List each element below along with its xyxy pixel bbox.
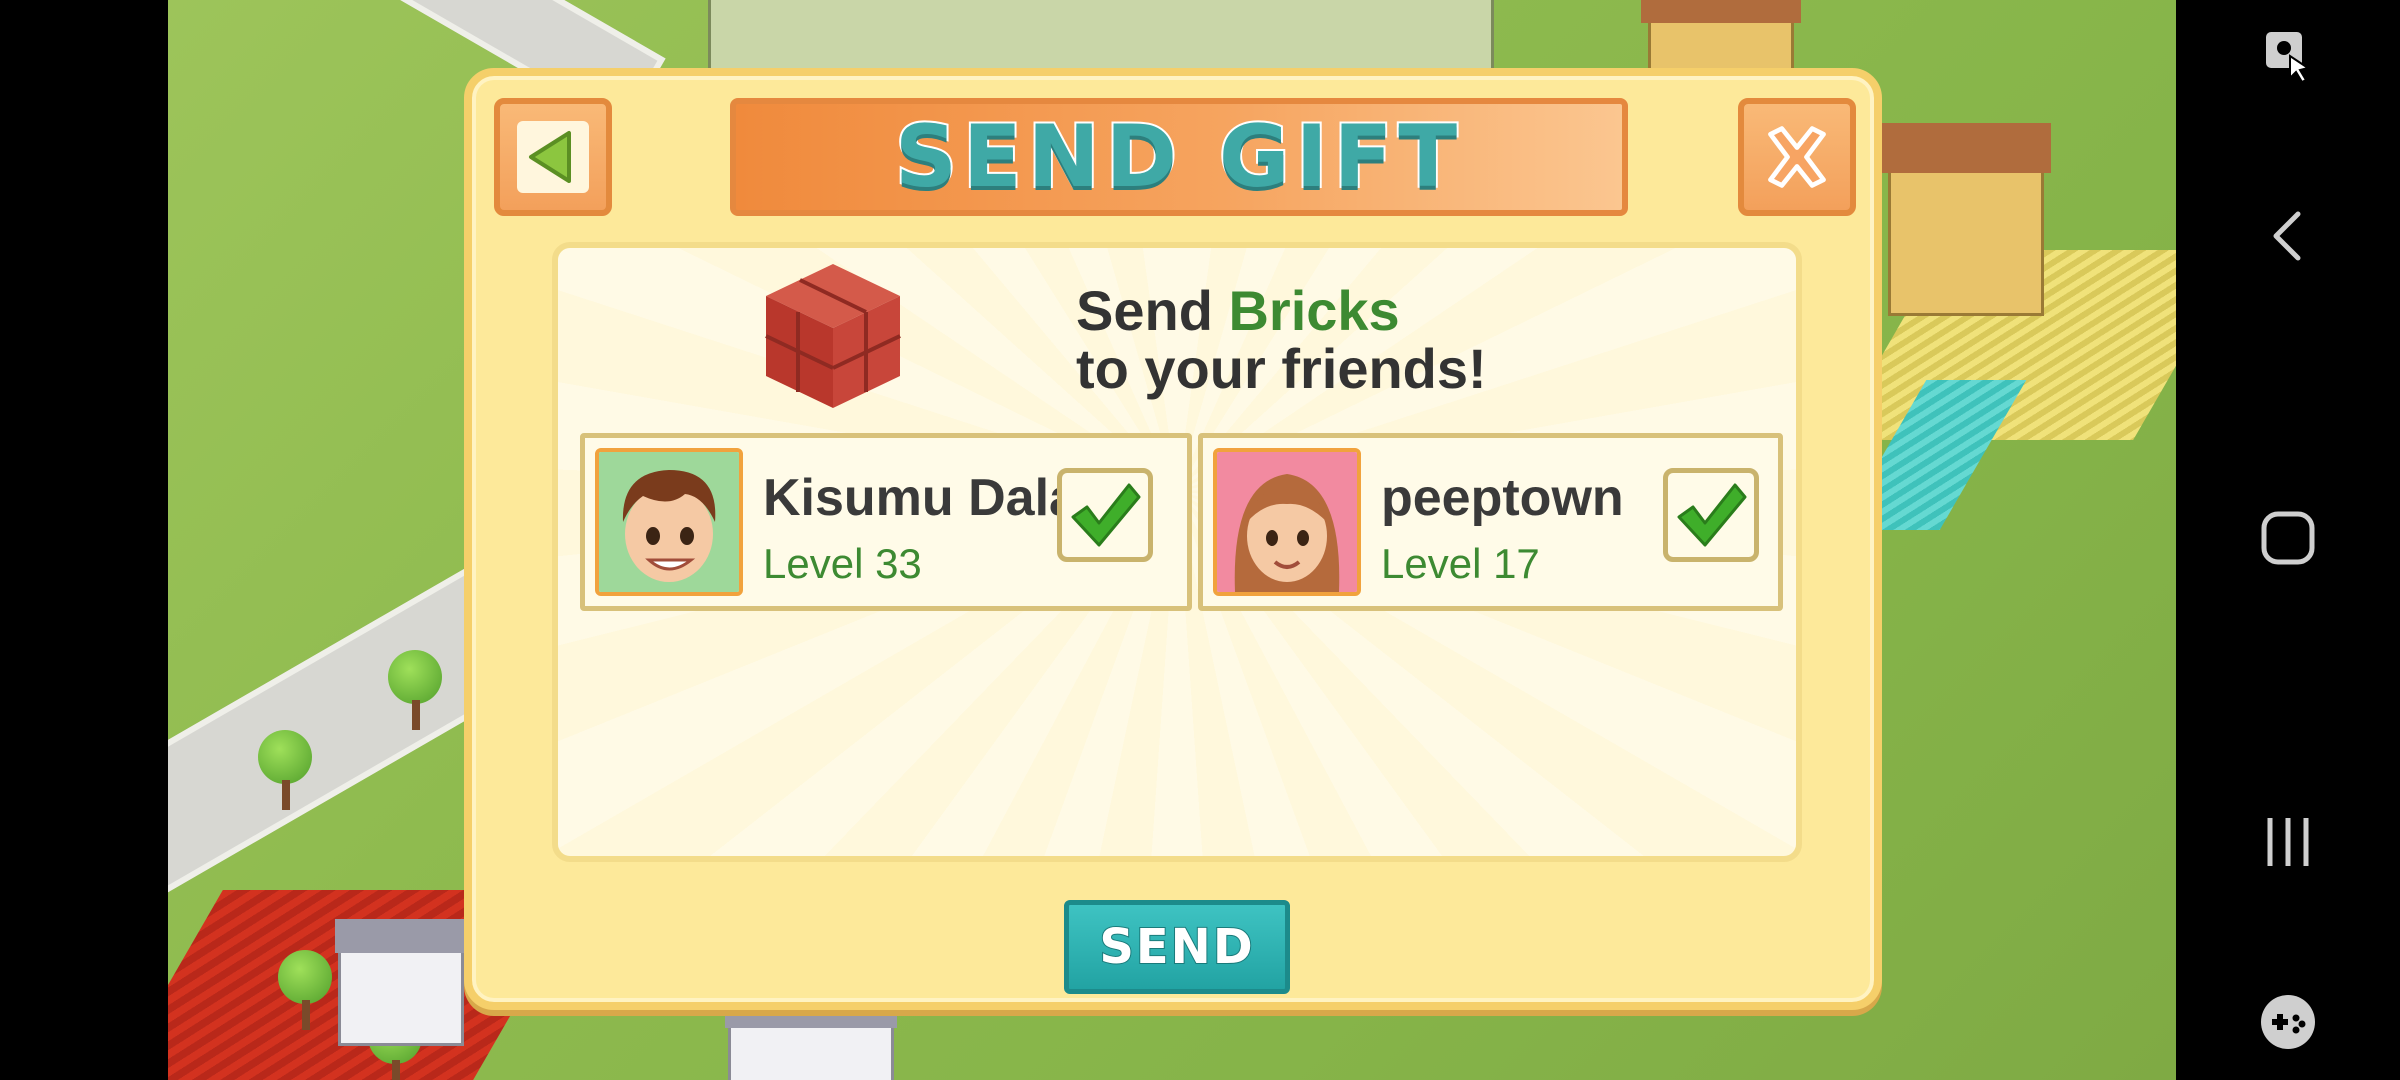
friend-level: Level 17: [1381, 540, 1540, 587]
title-banner: SEND GIFT: [730, 98, 1628, 216]
game-tools-button[interactable]: [2252, 986, 2324, 1058]
tree: [278, 950, 332, 1030]
checkmark-icon: [1677, 483, 1747, 547]
system-nav: [2176, 0, 2400, 1080]
house: [1881, 123, 2051, 316]
close-icon-frame: [1761, 121, 1833, 193]
screen: SEND GIFT Send Bricks to your friends! K…: [0, 0, 2400, 1080]
game-tools-icon: [2261, 995, 2315, 1049]
screen-pin-icon: [2266, 32, 2311, 84]
friend-select-checkbox[interactable]: [1663, 468, 1759, 562]
gift-content-panel: Send Bricks to your friends! Kisumu Dala: [552, 242, 1802, 862]
tree: [388, 650, 442, 730]
gift-item-name: Bricks: [1228, 279, 1400, 342]
dialog-title: SEND GIFT: [893, 105, 1463, 209]
friend-card[interactable]: Kisumu Dala Level 33: [580, 433, 1192, 611]
close-button[interactable]: [1738, 98, 1856, 216]
house: [725, 994, 897, 1080]
headline-prefix: Send: [1076, 279, 1229, 342]
back-button[interactable]: [494, 98, 612, 216]
friend-avatar: [1213, 448, 1361, 596]
triangle-left-icon: [529, 131, 571, 183]
nav-back-button[interactable]: [2252, 200, 2324, 272]
letterbox-left: [0, 0, 168, 1080]
friend-select-checkbox[interactable]: [1057, 468, 1153, 562]
city-buildings: [708, 0, 1494, 76]
back-icon-frame: [517, 121, 589, 193]
brick-stack-icon: [765, 264, 901, 408]
headline-suffix: to your friends!: [1076, 337, 1487, 400]
friend-name: Kisumu Dala: [763, 469, 1073, 527]
nav-home-button[interactable]: [2252, 502, 2324, 574]
send-button[interactable]: SEND: [1064, 900, 1290, 994]
friend-name: peeptown: [1381, 469, 1624, 527]
gift-headline: Send Bricks to your friends!: [1076, 282, 1487, 398]
friend-card[interactable]: peeptown Level 17: [1198, 433, 1783, 611]
send-button-label: SEND: [1098, 918, 1255, 976]
send-gift-dialog: SEND GIFT Send Bricks to your friends! K…: [464, 68, 1882, 1010]
screen-pin-button[interactable]: [2252, 20, 2324, 92]
girl-avatar-icon: [1217, 452, 1357, 592]
boy-avatar-icon: [599, 452, 739, 592]
nav-recents-button[interactable]: [2252, 806, 2324, 878]
tree: [258, 730, 312, 810]
house: [335, 919, 467, 1046]
friend-level: Level 33: [763, 540, 922, 587]
back-chevron-icon: [2273, 211, 2301, 261]
friend-avatar: [595, 448, 743, 596]
checkmark-icon: [1071, 483, 1141, 547]
recents-icon: [2267, 818, 2309, 866]
home-square-icon: [2261, 511, 2315, 565]
close-x-icon: [1768, 126, 1826, 188]
